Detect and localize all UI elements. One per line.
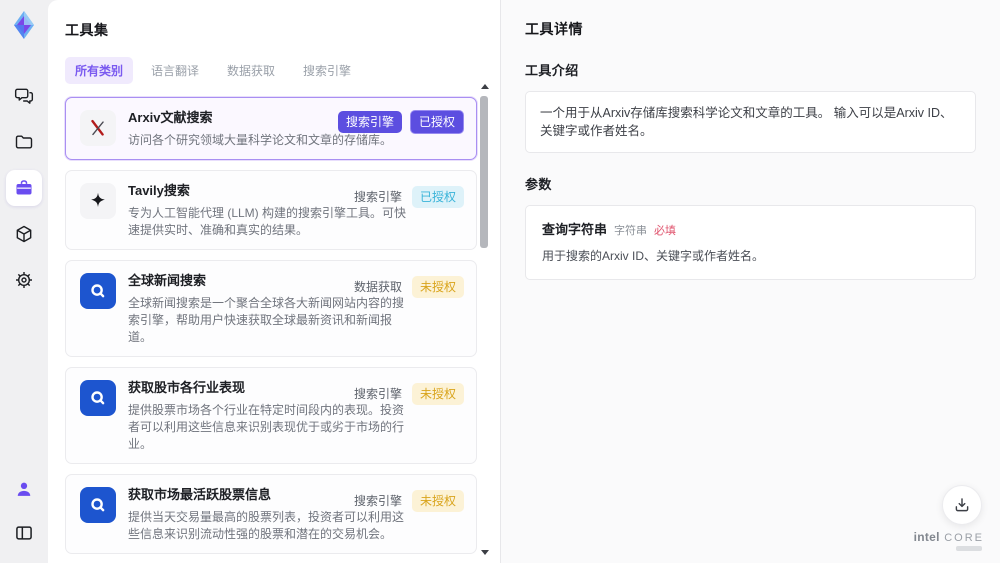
param-type: 字符串 bbox=[614, 225, 648, 237]
detail-title: 工具详情 bbox=[525, 21, 583, 37]
brand-core: CORE bbox=[944, 532, 984, 544]
param-box: 查询字符串 字符串 必填 用于搜索的Arxiv ID、关键字或作者姓名。 bbox=[525, 205, 976, 280]
tab-data-fetch[interactable]: 数据获取 bbox=[217, 57, 285, 84]
category-tabs: 所有类别 语言翻译 数据获取 搜索引擎 bbox=[65, 57, 500, 84]
page-title: 工具集 bbox=[65, 22, 109, 38]
category-badge: 搜索引擎 bbox=[337, 111, 402, 133]
scroll-down-arrow-icon[interactable] bbox=[481, 550, 489, 555]
category-tag: 搜索引擎 bbox=[353, 387, 402, 401]
auth-badge: 未授权 bbox=[411, 489, 464, 512]
auth-badge: 已授权 bbox=[409, 110, 464, 134]
tool-list-pane: 工具集 所有类别 语言翻译 数据获取 搜索引擎 Arxiv文献搜索 访问各个研究… bbox=[48, 0, 500, 563]
tool-card-tavily[interactable]: Tavily搜索 专为人工智能代理 (LLM) 构建的搜索引擎工具。可快速提供实… bbox=[65, 170, 477, 250]
tool-card-active-stocks[interactable]: 获取市场最活跃股票信息 提供当天交易量最高的股票列表，投资者可以利用这些信息来识… bbox=[65, 474, 477, 554]
param-name: 查询字符串 bbox=[542, 222, 608, 237]
arxiv-icon bbox=[80, 110, 116, 146]
user-icon[interactable] bbox=[6, 471, 42, 507]
search-q-icon bbox=[80, 273, 116, 309]
list-scrollbar[interactable] bbox=[479, 84, 489, 555]
cube-icon[interactable] bbox=[6, 216, 42, 252]
tool-card-arxiv[interactable]: Arxiv文献搜索 访问各个研究领域大量科学论文和文章的存储库。 搜索引擎 已授… bbox=[65, 97, 477, 160]
app-window: 工具集 所有类别 语言翻译 数据获取 搜索引擎 Arxiv文献搜索 访问各个研究… bbox=[0, 0, 1000, 563]
rail-bottom bbox=[6, 471, 42, 551]
folder-icon[interactable] bbox=[6, 124, 42, 160]
sparkle-icon bbox=[80, 183, 116, 219]
left-rail bbox=[0, 0, 48, 563]
param-desc: 用于搜索的Arxiv ID、关键字或作者姓名。 bbox=[542, 249, 765, 263]
tab-all-categories[interactable]: 所有类别 bbox=[65, 57, 134, 84]
tab-language-translation[interactable]: 语言翻译 bbox=[141, 57, 209, 84]
chat-icon[interactable] bbox=[6, 78, 42, 114]
settings-icon[interactable] bbox=[6, 262, 42, 298]
tool-desc: 提供当天交易量最高的股票列表，投资者可以利用这些信息来识别流动性强的股票和潜在的… bbox=[128, 510, 405, 541]
params-section-title: 参数 bbox=[525, 177, 552, 192]
tool-cards: Arxiv文献搜索 访问各个研究领域大量科学论文和文章的存储库。 搜索引擎 已授… bbox=[65, 97, 477, 563]
download-button[interactable] bbox=[942, 485, 982, 525]
tool-desc: 访问各个研究领域大量科学论文和文章的存储库。 bbox=[128, 133, 393, 147]
brand-underline bbox=[956, 546, 982, 551]
tool-desc: 专为人工智能代理 (LLM) 构建的搜索引擎工具。可快速提供实时、准确和真实的结… bbox=[128, 206, 407, 237]
search-q-icon bbox=[80, 487, 116, 523]
rail-nav bbox=[6, 78, 42, 298]
category-tag: 数据获取 bbox=[353, 280, 402, 294]
intro-section-title: 工具介绍 bbox=[525, 63, 579, 78]
tool-intro-box: 一个用于从Arxiv存储库搜索科学论文和文章的工具。 输入可以是Arxiv ID… bbox=[525, 91, 976, 153]
brand-intel: intel bbox=[913, 530, 940, 544]
category-tag: 搜索引擎 bbox=[353, 190, 402, 204]
tab-search-engine[interactable]: 搜索引擎 bbox=[293, 57, 361, 84]
search-q-icon bbox=[80, 380, 116, 416]
tool-detail-pane: 工具详情 工具介绍 一个用于从Arxiv存储库搜索科学论文和文章的工具。 输入可… bbox=[500, 0, 1000, 563]
tool-card-sector-performance[interactable]: 获取股市各行业表现 提供股票市场各个行业在特定时间段内的表现。投资者可以利用这些… bbox=[65, 367, 477, 464]
tool-card-global-news[interactable]: 全球新闻搜索 全球新闻搜索是一个聚合全球各大新闻网站内容的搜索引擎，帮助用户快速… bbox=[65, 260, 477, 357]
scrollbar-thumb[interactable] bbox=[480, 96, 488, 248]
panel-toggle-icon[interactable] bbox=[6, 515, 42, 551]
auth-badge: 已授权 bbox=[411, 185, 464, 208]
tool-desc: 提供股票市场各个行业在特定时间段内的表现。投资者可以利用这些信息来识别表现优于或… bbox=[128, 403, 405, 451]
scroll-up-arrow-icon[interactable] bbox=[481, 84, 489, 89]
category-tag: 搜索引擎 bbox=[353, 494, 402, 508]
auth-badge: 未授权 bbox=[411, 382, 464, 405]
intel-core-logo: intel CORE bbox=[914, 531, 984, 551]
app-logo-icon[interactable] bbox=[7, 8, 41, 42]
toolbox-icon[interactable] bbox=[6, 170, 42, 206]
auth-badge: 未授权 bbox=[411, 275, 464, 298]
param-required-flag: 必填 bbox=[654, 225, 677, 237]
tool-desc: 全球新闻搜索是一个聚合全球各大新闻网站内容的搜索引擎，帮助用户快速获取全球最新资… bbox=[128, 296, 405, 344]
